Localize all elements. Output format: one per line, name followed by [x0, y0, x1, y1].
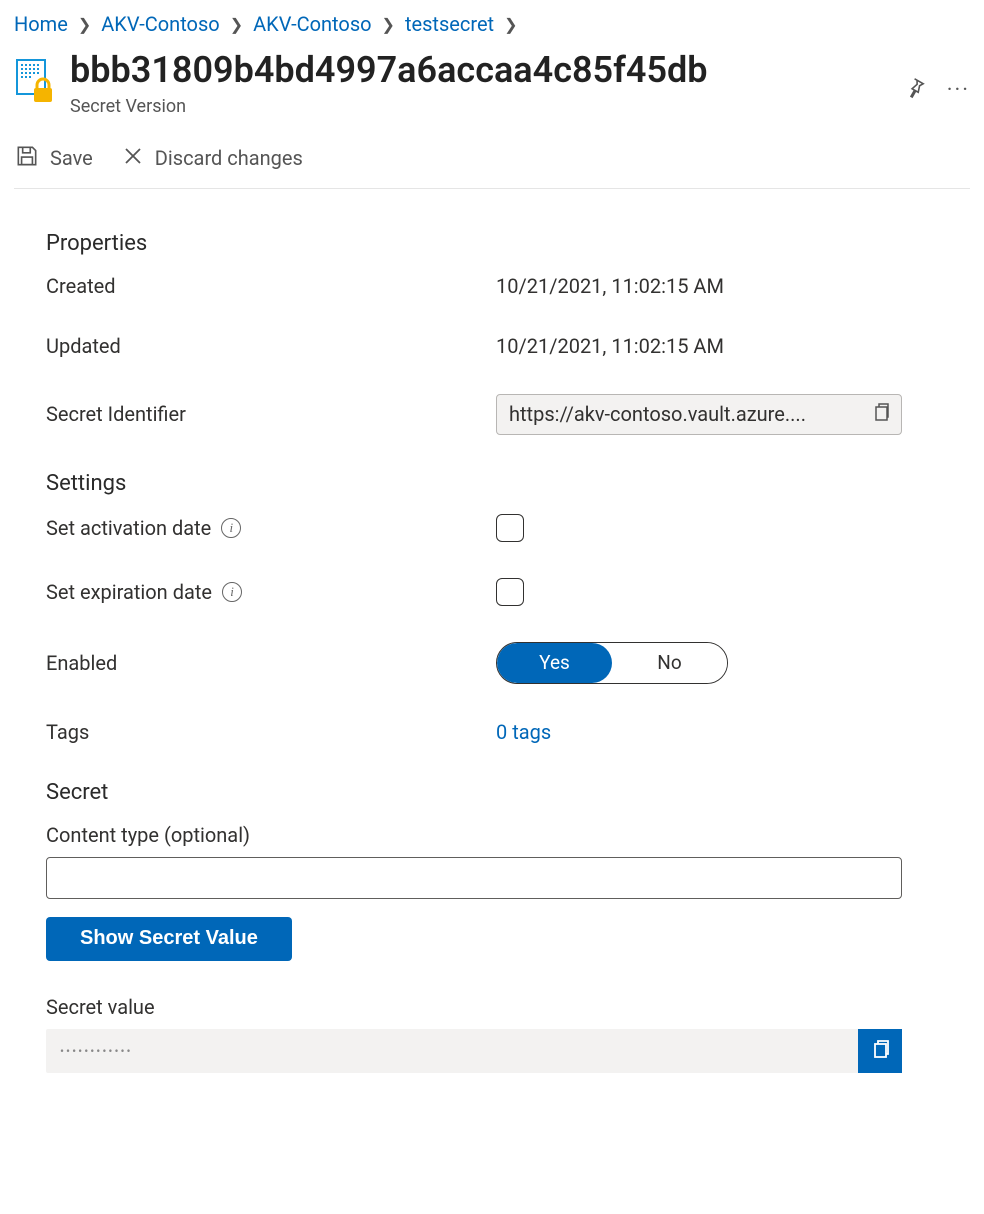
content-type-input[interactable] — [46, 857, 902, 899]
chevron-right-icon: ❯ — [230, 15, 243, 34]
info-icon[interactable]: i — [221, 518, 241, 538]
content-type-label: Content type (optional) — [46, 823, 902, 847]
chevron-right-icon: ❯ — [504, 15, 517, 34]
properties-heading: Properties — [46, 231, 902, 256]
discard-label: Discard changes — [155, 146, 303, 170]
secret-version-icon — [14, 56, 56, 110]
save-label: Save — [50, 146, 93, 170]
save-button[interactable]: Save — [14, 143, 93, 174]
expiration-checkbox[interactable] — [496, 578, 524, 606]
enabled-yes[interactable]: Yes — [497, 643, 612, 683]
identifier-label: Secret Identifier — [46, 402, 496, 426]
page-title: bbb31809b4bd4997a6accaa4c85f45db — [70, 52, 889, 90]
more-icon[interactable]: ··· — [947, 78, 970, 103]
tags-link[interactable]: 0 tags — [496, 720, 551, 744]
page-subtitle: Secret Version — [70, 96, 889, 117]
chevron-right-icon: ❯ — [382, 15, 395, 34]
enabled-toggle[interactable]: Yes No — [496, 642, 728, 684]
copy-icon — [869, 1037, 891, 1065]
identifier-field[interactable]: https://akv-contoso.vault.azure.... — [496, 394, 902, 435]
pin-icon[interactable] — [903, 76, 927, 104]
breadcrumb: Home ❯ AKV-Contoso ❯ AKV-Contoso ❯ tests… — [14, 12, 970, 36]
expiration-label: Set expiration date — [46, 580, 212, 604]
updated-label: Updated — [46, 334, 496, 358]
command-bar: Save Discard changes — [14, 143, 970, 189]
enabled-label: Enabled — [46, 651, 496, 675]
identifier-value: https://akv-contoso.vault.azure.... — [509, 402, 806, 426]
chevron-right-icon: ❯ — [78, 15, 91, 34]
updated-value: 10/21/2021, 11:02:15 AM — [496, 334, 902, 358]
save-icon — [14, 143, 40, 174]
settings-heading: Settings — [46, 471, 902, 496]
enabled-no[interactable]: No — [612, 643, 727, 683]
created-value: 10/21/2021, 11:02:15 AM — [496, 274, 902, 298]
activation-checkbox[interactable] — [496, 514, 524, 542]
secret-value-field: •••••••••••• — [46, 1029, 902, 1073]
secret-value-label: Secret value — [46, 995, 902, 1019]
discard-button[interactable]: Discard changes — [121, 144, 303, 173]
breadcrumb-item-vault[interactable]: AKV-Contoso — [101, 12, 219, 36]
breadcrumb-item-home[interactable]: Home — [14, 12, 68, 36]
created-label: Created — [46, 274, 496, 298]
secret-value-masked: •••••••••••• — [46, 1044, 858, 1058]
show-secret-value-button[interactable]: Show Secret Value — [46, 917, 292, 961]
tags-label: Tags — [46, 720, 496, 744]
breadcrumb-item-secret[interactable]: testsecret — [405, 12, 494, 36]
breadcrumb-item-vault-2[interactable]: AKV-Contoso — [253, 12, 371, 36]
secret-heading: Secret — [46, 780, 902, 805]
activation-label: Set activation date — [46, 516, 211, 540]
info-icon[interactable]: i — [222, 582, 242, 602]
copy-secret-button[interactable] — [858, 1029, 902, 1073]
close-icon — [121, 144, 145, 173]
copy-icon[interactable] — [871, 401, 891, 428]
